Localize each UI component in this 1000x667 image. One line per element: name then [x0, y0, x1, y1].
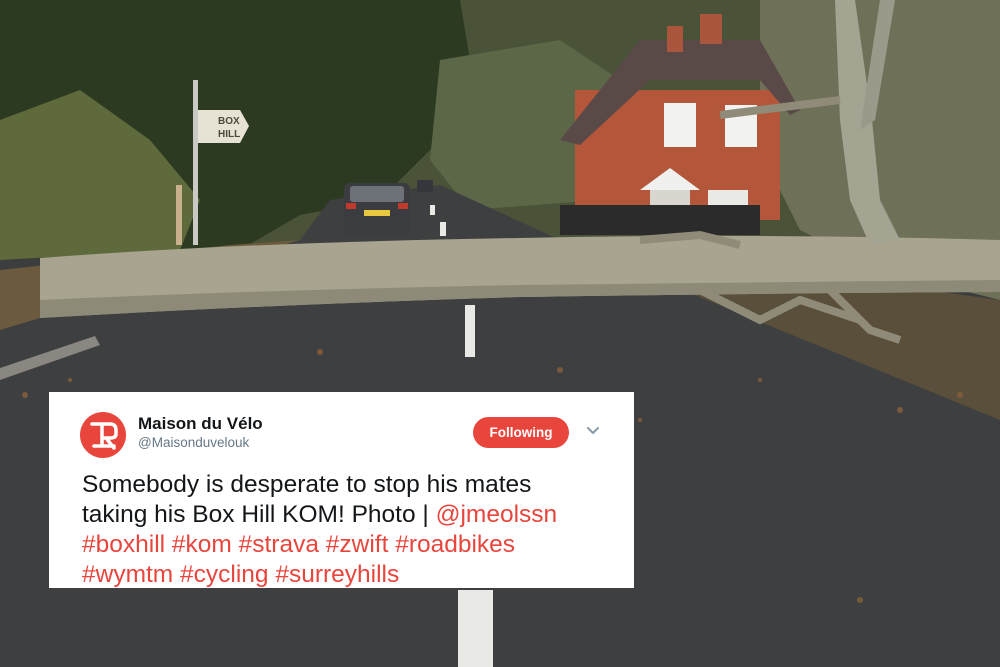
account-handle[interactable]: @Maisonduvelouk — [138, 435, 249, 450]
mention-link[interactable]: @jmeolssn — [436, 501, 558, 528]
distant-car — [417, 180, 433, 192]
following-button[interactable]: Following — [473, 417, 569, 448]
car — [344, 183, 410, 236]
tweet-text-line: taking his Box Hill KOM! Photo | @jmeols… — [82, 500, 622, 530]
tweet-text: Somebody is desperate to stop his mates … — [82, 470, 622, 590]
account-name[interactable]: Maison du Vélo — [138, 414, 263, 434]
tweet-text-line: Somebody is desperate to stop his mates — [82, 471, 532, 498]
avatar[interactable] — [80, 412, 126, 458]
tweet-card: Maison du Vélo @Maisonduvelouk Following… — [49, 392, 634, 588]
chevron-down-icon[interactable] — [586, 426, 600, 436]
hashtag-links[interactable]: #wymtm #cycling #surreyhills — [82, 560, 622, 590]
maison-du-velo-logo-icon — [90, 422, 118, 450]
svg-text:HILL: HILL — [218, 129, 240, 140]
tweet-text-plain: taking his Box Hill KOM! Photo | — [82, 501, 436, 528]
hashtag-links[interactable]: #boxhill #kom #strava #zwift #roadbikes — [82, 530, 622, 560]
svg-text:BOX: BOX — [218, 116, 240, 127]
